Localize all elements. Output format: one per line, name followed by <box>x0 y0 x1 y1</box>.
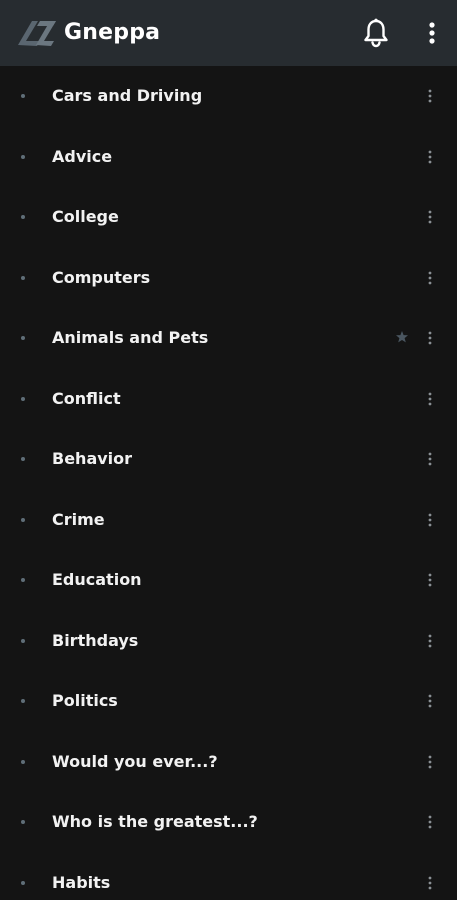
row-menu-icon[interactable] <box>422 570 438 590</box>
topic-label: Would you ever...? <box>52 751 218 771</box>
topic-label: College <box>52 207 119 226</box>
topic-row[interactable]: Crime <box>0 490 457 551</box>
bullet-dot-icon <box>21 94 25 98</box>
topic-row[interactable]: Would you ever...? <box>0 732 457 793</box>
bell-icon[interactable] <box>362 18 390 48</box>
row-menu-icon[interactable] <box>422 510 438 530</box>
bullet-dot-icon <box>21 396 25 401</box>
bullet-dot-icon <box>21 215 25 219</box>
row-menu-icon[interactable] <box>422 147 438 167</box>
topic-row[interactable]: Animals and Pets <box>0 308 457 369</box>
bullet-dot-icon <box>21 517 25 522</box>
topic-row[interactable]: Behavior <box>0 429 457 490</box>
topic-row[interactable]: Conflict <box>0 369 457 430</box>
app-title: Gneppa <box>64 20 161 45</box>
topic-label: Conflict <box>52 388 121 408</box>
row-menu-icon[interactable] <box>422 207 438 227</box>
row-menu-icon[interactable] <box>422 268 438 288</box>
row-menu-icon[interactable] <box>422 328 438 348</box>
row-menu-icon[interactable] <box>422 86 438 106</box>
topic-row[interactable]: Advice <box>0 127 457 188</box>
topic-label: Crime <box>52 509 105 529</box>
row-menu-icon[interactable] <box>422 449 438 469</box>
topic-row[interactable]: College <box>0 187 457 248</box>
topic-label: Animals and Pets <box>52 328 209 347</box>
more-vertical-icon[interactable] <box>420 18 444 48</box>
topic-label: Computers <box>52 267 151 287</box>
topic-row[interactable]: Birthdays <box>0 611 457 672</box>
gneppa-logo-icon <box>18 21 56 46</box>
topic-row[interactable]: Computers <box>0 248 457 309</box>
row-menu-icon[interactable] <box>422 389 438 409</box>
topic-label: Politics <box>52 691 118 710</box>
star-icon[interactable] <box>395 330 409 344</box>
app-bar: Gneppa <box>0 0 457 66</box>
row-menu-icon[interactable] <box>422 873 438 893</box>
topic-list: Cars and Driving Advice College Computers An… <box>0 66 457 900</box>
bullet-dot-icon <box>21 275 25 280</box>
bullet-dot-icon <box>21 638 25 643</box>
topic-row[interactable]: Cars and Driving <box>0 66 457 127</box>
bullet-dot-icon <box>21 578 25 582</box>
bullet-dot-icon <box>21 880 25 885</box>
topic-label: Habits <box>52 872 111 892</box>
bullet-dot-icon <box>21 699 25 703</box>
bullet-dot-icon <box>21 457 25 461</box>
bullet-dot-icon <box>21 820 25 824</box>
topic-label: Behavior <box>52 449 133 468</box>
topic-label: Birthdays <box>52 630 139 650</box>
row-menu-icon[interactable] <box>422 752 438 772</box>
topic-row[interactable]: Habits <box>0 853 457 900</box>
bullet-dot-icon <box>21 336 25 340</box>
row-menu-icon[interactable] <box>422 691 438 711</box>
topic-row[interactable]: Who is the greatest...? <box>0 792 457 853</box>
topic-label: Education <box>52 570 142 589</box>
topic-row[interactable]: Education <box>0 550 457 611</box>
row-menu-icon[interactable] <box>422 631 438 651</box>
topic-row[interactable]: Politics <box>0 671 457 732</box>
row-menu-icon[interactable] <box>422 812 438 832</box>
topic-label: Who is the greatest...? <box>52 812 258 831</box>
topic-label: Advice <box>52 146 113 166</box>
bullet-dot-icon <box>21 154 25 159</box>
topic-label: Cars and Driving <box>52 86 203 105</box>
bullet-dot-icon <box>21 759 25 764</box>
